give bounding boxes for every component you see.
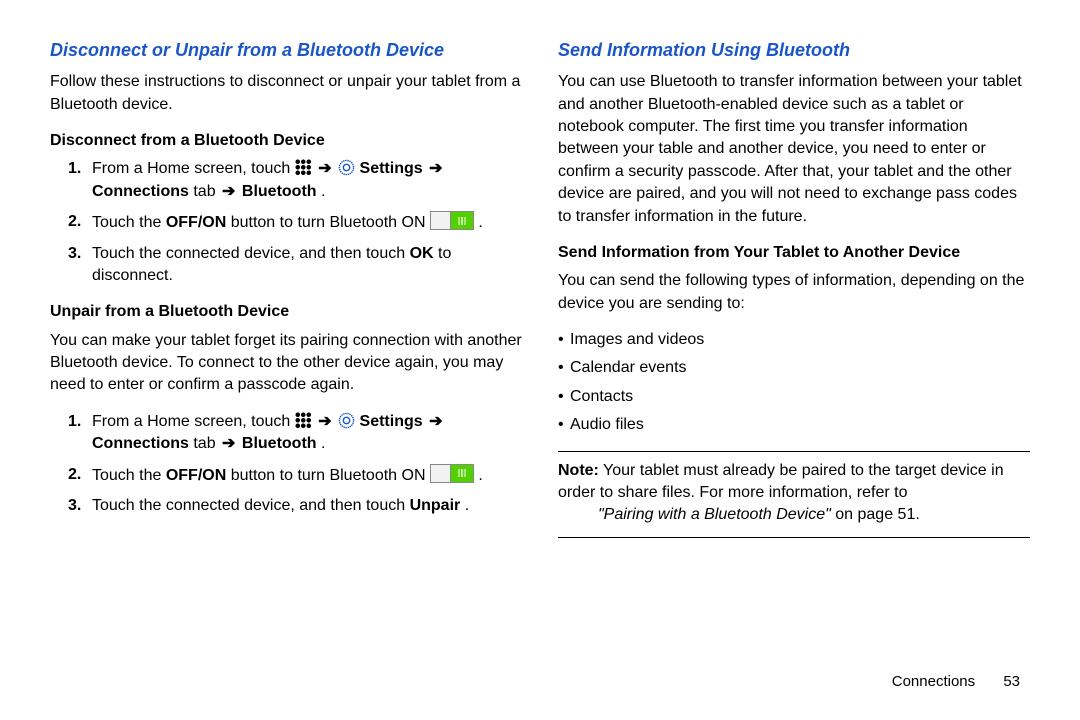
unpair-steps: From a Home screen, touch ➔ Settings ➔ C…	[50, 411, 522, 518]
bluetooth-label: Bluetooth	[242, 183, 317, 200]
page-footer: Connections 53	[50, 665, 1030, 690]
disconnect-step-3: Touch the connected device, and then tou…	[92, 243, 522, 288]
arrow-icon: ➔	[318, 413, 331, 430]
list-item-label: Contacts	[570, 388, 633, 405]
step-text: button to turn Bluetooth ON	[231, 467, 430, 484]
right-heading: Send Information Using Bluetooth	[558, 38, 1030, 63]
period: .	[321, 183, 325, 200]
settings-label: Settings	[360, 413, 423, 430]
step-text: Touch the	[92, 467, 166, 484]
note-callout: Note: Your tablet must already be paired…	[558, 451, 1030, 538]
list-item-label: Images and videos	[570, 331, 704, 348]
note-page: on page 51.	[835, 506, 920, 523]
step-text: Touch the	[92, 214, 166, 231]
unpair-step-2: Touch the OFF/ON button to turn Bluetoot…	[92, 464, 522, 487]
disconnect-step-2: Touch the OFF/ON button to turn Bluetoot…	[92, 211, 522, 234]
disconnect-steps: From a Home screen, touch ➔ Settings ➔ C…	[50, 158, 522, 287]
arrow-icon: ➔	[429, 160, 442, 177]
manual-page: Disconnect or Unpair from a Bluetooth De…	[0, 0, 1080, 720]
step-text: button to turn Bluetooth ON	[231, 214, 430, 231]
footer-page-number: 53	[1003, 673, 1020, 690]
send-subheading: Send Information from Your Tablet to Ano…	[558, 242, 1030, 264]
step-text: Touch the connected device, and then tou…	[92, 497, 410, 514]
list-item: Images and videos	[558, 329, 1030, 351]
unpair-intro: You can make your tablet forget its pair…	[50, 330, 522, 397]
period: .	[321, 435, 325, 452]
step-text: Touch the connected device, and then tou…	[92, 245, 410, 262]
tab-word: tab	[193, 435, 220, 452]
send-intro: You can send the following types of info…	[558, 270, 1030, 315]
unpair-step-1: From a Home screen, touch ➔ Settings ➔ C…	[92, 411, 522, 456]
apps-icon	[295, 159, 312, 176]
note-body: Your tablet must already be paired to th…	[558, 462, 1004, 501]
gear-icon	[338, 412, 355, 429]
note-reference: "Pairing with a Bluetooth Device"	[598, 506, 831, 523]
list-item: Calendar events	[558, 357, 1030, 379]
right-column: Send Information Using Bluetooth You can…	[558, 38, 1030, 665]
unpair-subheading: Unpair from a Bluetooth Device	[50, 301, 522, 323]
disconnect-step-1: From a Home screen, touch ➔ Settings ➔ C…	[92, 158, 522, 203]
apps-icon	[295, 412, 312, 429]
toggle-on-icon	[430, 464, 474, 483]
tab-word: tab	[193, 183, 220, 200]
left-column: Disconnect or Unpair from a Bluetooth De…	[50, 38, 522, 665]
offon-label: OFF/ON	[166, 214, 226, 231]
list-item-label: Audio files	[570, 416, 644, 433]
arrow-icon: ➔	[429, 413, 442, 430]
right-intro: You can use Bluetooth to transfer inform…	[558, 71, 1030, 228]
step-text: From a Home screen, touch	[92, 413, 295, 430]
list-item: Audio files	[558, 414, 1030, 436]
gear-icon	[338, 159, 355, 176]
disconnect-subheading: Disconnect from a Bluetooth Device	[50, 130, 522, 152]
list-item-label: Calendar events	[570, 359, 687, 376]
step-text: From a Home screen, touch	[92, 160, 295, 177]
left-intro: Follow these instructions to disconnect …	[50, 71, 522, 116]
list-item: Contacts	[558, 386, 1030, 408]
offon-label: OFF/ON	[166, 467, 226, 484]
unpair-step-3: Touch the connected device, and then tou…	[92, 495, 522, 517]
arrow-icon: ➔	[318, 160, 331, 177]
settings-label: Settings	[360, 160, 423, 177]
two-column-layout: Disconnect or Unpair from a Bluetooth De…	[50, 38, 1030, 665]
connections-label: Connections	[92, 183, 189, 200]
period: .	[465, 497, 469, 514]
info-types-list: Images and videos Calendar events Contac…	[558, 329, 1030, 437]
ok-label: OK	[410, 245, 434, 262]
toggle-on-icon	[430, 211, 474, 230]
unpair-label: Unpair	[410, 497, 461, 514]
bluetooth-label: Bluetooth	[242, 435, 317, 452]
note-label: Note:	[558, 462, 599, 479]
connections-label: Connections	[92, 435, 189, 452]
arrow-icon: ➔	[222, 435, 235, 452]
period: .	[478, 467, 482, 484]
arrow-icon: ➔	[222, 183, 235, 200]
left-heading: Disconnect or Unpair from a Bluetooth De…	[50, 38, 522, 63]
period: .	[478, 214, 482, 231]
footer-section: Connections	[892, 673, 975, 690]
